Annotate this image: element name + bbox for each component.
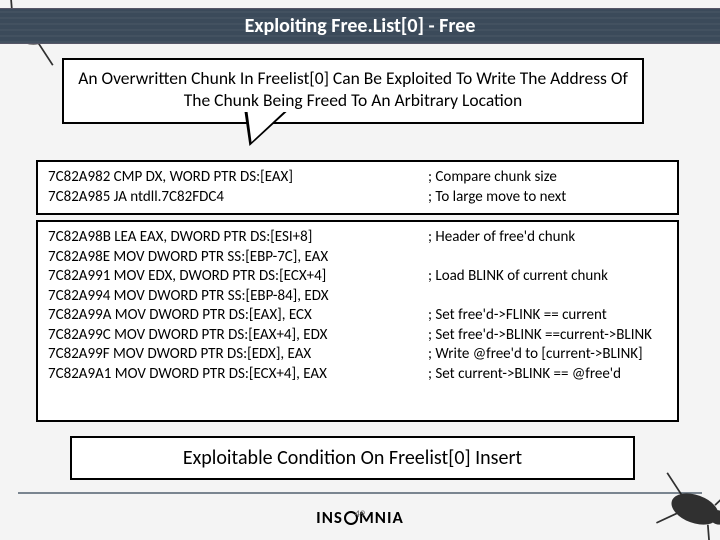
asm-cell: 7C82A982 CMP DX, WORD PTR DS:[EAX] (48, 168, 428, 188)
code-block-2: 7C82A98B LEA EAX, DWORD PTR DS:[ESI+8]; … (36, 220, 679, 422)
asm-cell: 7C82A98E MOV DWORD PTR SS:[EBP-7C], EAX (48, 248, 428, 268)
asm-cell: 7C82A991 MOV EDX, DWORD PTR DS:[ECX+4] (48, 267, 428, 287)
asm-cell: 7C82A9A1 MOV DWORD PTR DS:[ECX+4], EAX (48, 365, 428, 385)
comment-cell: ; To large move to next (428, 188, 667, 208)
slide: Exploiting Free.List[0] - Free An Overwr… (0, 0, 720, 540)
asm-cell: 7C82A994 MOV DWORD PTR SS:[EBP-84], EDX (48, 287, 428, 307)
asm-cell: 7C82A99F MOV DWORD PTR DS:[EDX], EAX (48, 345, 428, 365)
code-block-1: 7C82A982 CMP DX, WORD PTR DS:[EAX] ; Com… (36, 160, 679, 215)
footer-text: Exploitable Condition On Freelist[0] Ins… (183, 446, 522, 470)
comment-cell (428, 248, 667, 268)
table-row: 7C82A991 MOV EDX, DWORD PTR DS:[ECX+4]; … (48, 267, 667, 287)
slide-title: Exploiting Free.List[0] - Free (0, 8, 720, 44)
table-row: 7C82A98B LEA EAX, DWORD PTR DS:[ESI+8]; … (48, 228, 667, 248)
callout-tail-icon (235, 112, 286, 146)
comment-cell: ; Write @free'd to [current->BLINK] (428, 345, 667, 365)
callout-box: An Overwritten Chunk In Freelist[0] Can … (62, 58, 644, 124)
asm-cell: 7C82A985 JA ntdll.7C82FDC4 (48, 188, 428, 208)
table-row: 7C82A982 CMP DX, WORD PTR DS:[EAX] ; Com… (48, 168, 667, 188)
comment-cell: ; Load BLINK of current chunk (428, 267, 667, 287)
table-row: 7C82A98E MOV DWORD PTR SS:[EBP-7C], EAX (48, 248, 667, 268)
asm-cell: 7C82A99A MOV DWORD PTR DS:[EAX], ECX (48, 306, 428, 326)
comment-cell: ; Set free'd->BLINK ==current->BLINK (428, 326, 667, 346)
asm-cell: 7C82A99C MOV DWORD PTR DS:[EAX+4], EDX (48, 326, 428, 346)
title-text: Exploiting Free.List[0] - Free (245, 14, 476, 38)
comment-cell: ; Set current->BLINK == @free'd (428, 365, 667, 385)
callout-text: An Overwritten Chunk In Freelist[0] Can … (78, 67, 628, 111)
table-row: 7C82A99C MOV DWORD PTR DS:[EAX+4], EDX; … (48, 326, 667, 346)
divider (18, 492, 702, 494)
comment-cell: ; Set free'd->FLINK == current (428, 306, 667, 326)
table-row: 7C82A9A1 MOV DWORD PTR DS:[ECX+4], EAX; … (48, 365, 667, 385)
footer-callout: Exploitable Condition On Freelist[0] Ins… (70, 436, 635, 480)
cockroach-icon (631, 457, 720, 540)
comment-cell (428, 287, 667, 307)
page-number: 49 (0, 507, 720, 520)
table-row: 7C82A985 JA ntdll.7C82FDC4 ; To large mo… (48, 188, 667, 208)
table-row: 7C82A99A MOV DWORD PTR DS:[EAX], ECX; Se… (48, 306, 667, 326)
table-row: 7C82A994 MOV DWORD PTR SS:[EBP-84], EDX (48, 287, 667, 307)
asm-cell: 7C82A98B LEA EAX, DWORD PTR DS:[ESI+8] (48, 228, 428, 248)
comment-cell: ; Header of free'd chunk (428, 228, 667, 248)
comment-cell: ; Compare chunk size (428, 168, 667, 188)
table-row: 7C82A99F MOV DWORD PTR DS:[EDX], EAX; Wr… (48, 345, 667, 365)
